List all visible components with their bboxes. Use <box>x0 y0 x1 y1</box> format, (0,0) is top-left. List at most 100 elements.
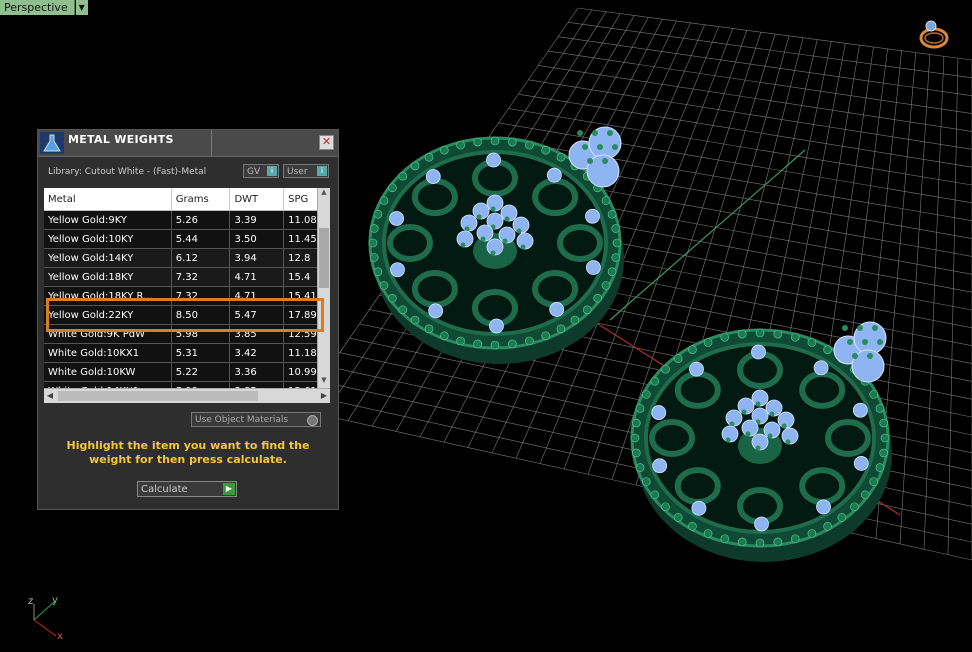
earring-left-bead <box>379 196 389 205</box>
earring-right-top-prong <box>872 325 878 331</box>
earring-right-stone <box>852 402 868 418</box>
grid-line <box>923 56 945 550</box>
metal-cell: White Gold:10KW <box>44 362 172 382</box>
earring-left-bead <box>379 281 389 290</box>
earring-left-top-prong <box>607 130 613 136</box>
table-row[interactable]: Yellow Gold:9KY 5.26 3.39 11.08 <box>44 210 330 230</box>
column-header-metal[interactable]: Metal <box>44 188 172 211</box>
grams-cell: 5.31 <box>171 343 231 363</box>
earring-right-bead <box>823 522 832 531</box>
table-row[interactable]: Yellow Gold:14KY 6.12 3.94 12.8 <box>44 248 330 268</box>
vertical-scrollbar[interactable]: ▲ ▼ <box>317 188 330 388</box>
grams-cell: 5.26 <box>171 210 231 230</box>
earring-left-bead <box>490 340 500 350</box>
earring-left-stone <box>549 302 565 317</box>
earring-right-bead <box>790 534 800 544</box>
metal-table[interactable]: Metal Grams DWT SPG Yellow Gold:9KY 5.26 3… <box>44 188 330 403</box>
earring-left-top-prong <box>577 130 583 136</box>
earring-right-stone <box>751 344 766 360</box>
calculate-label: Calculate <box>141 484 188 495</box>
axis-y-label: y <box>52 595 58 606</box>
earring-right-bead <box>790 332 800 342</box>
table-row[interactable]: Yellow Gold:22KY 8.50 5.47 17.89 <box>44 305 330 325</box>
calculate-button[interactable]: Calculate ▶ <box>137 481 237 497</box>
info-icon[interactable]: i <box>317 166 327 176</box>
earring-right-bead <box>650 376 660 386</box>
earring-left-bead <box>611 224 621 233</box>
earring-right-bead <box>837 513 847 522</box>
earring-right-bead <box>635 404 645 413</box>
dwt-cell: 3.85 <box>229 324 285 344</box>
earring-left-stone <box>489 318 504 334</box>
earring-right-bead <box>703 529 713 538</box>
earring-right-bead <box>673 513 683 522</box>
grams-cell: 5.98 <box>171 324 231 344</box>
dwt-cell: 5.47 <box>229 305 285 325</box>
use-object-materials-label: Use Object Materials <box>195 415 289 425</box>
metal-cell: Yellow Gold:18KY R... <box>44 286 172 306</box>
viewport-tab-label[interactable]: Perspective <box>0 0 75 15</box>
table-row[interactable]: White Gold:9K PdW 5.98 3.85 12.59 <box>44 324 330 344</box>
earring-left-bead <box>440 145 449 155</box>
grams-cell: 6.12 <box>171 248 231 268</box>
horizontal-scrollbar[interactable]: ◀ ▶ <box>44 388 330 403</box>
scroll-up-icon[interactable]: ▲ <box>318 188 330 200</box>
viewport-tab[interactable]: Perspective ▼ <box>0 0 88 15</box>
earring-right-bead <box>650 490 660 500</box>
scroll-thumb[interactable] <box>319 228 329 288</box>
gv-select[interactable]: GV i <box>243 164 279 178</box>
user-select-label: User <box>287 167 308 177</box>
metal-cell: Yellow Gold:14KY <box>44 248 172 268</box>
earring-right-top-prong <box>877 339 883 345</box>
earring-left-bead <box>525 336 534 346</box>
triangle-down-icon[interactable]: ▼ <box>75 0 88 15</box>
table-row[interactable]: White Gold:10KW 5.22 3.36 10.99 <box>44 362 330 382</box>
use-object-materials-toggle[interactable]: Use Object Materials <box>191 412 321 427</box>
info-icon[interactable]: i <box>267 166 277 176</box>
earring-left-bead <box>473 339 482 349</box>
earring-right-bead <box>850 502 859 512</box>
earring-right-bead <box>703 338 713 347</box>
earring-right-prong <box>781 423 787 429</box>
earring-right-bead <box>737 537 747 547</box>
earring-right-bead <box>631 448 641 458</box>
earring-right-top-prong <box>842 325 848 331</box>
column-header-grams[interactable]: Grams <box>171 188 231 211</box>
earring-right-prong <box>755 401 761 407</box>
earring-right-bead <box>755 328 765 338</box>
scroll-right-icon[interactable]: ▶ <box>318 389 330 403</box>
earring-left-bead <box>490 136 500 146</box>
grid-line <box>947 58 959 555</box>
panel-header[interactable]: METAL WEIGHTS ✕ <box>38 130 338 157</box>
earring-left-bead <box>388 183 397 193</box>
earring-right-prong <box>785 439 791 445</box>
earring-left-bead <box>593 293 602 303</box>
metal-cell: Yellow Gold:22KY <box>44 305 172 325</box>
instruction-text: Highlight the item you want to find the … <box>66 439 310 466</box>
user-select[interactable]: User i <box>283 164 329 178</box>
column-header-dwt[interactable]: DWT <box>229 188 285 211</box>
earring-left-bead <box>508 137 517 147</box>
earring-left-stone <box>390 262 405 278</box>
table-row[interactable]: Yellow Gold:18KY R... 7.32 4.71 15.41 <box>44 286 330 306</box>
axis-x-label: x <box>57 631 63 642</box>
earring-left-prong <box>490 250 496 256</box>
play-icon[interactable]: ▶ <box>223 483 235 495</box>
radio-icon[interactable] <box>307 415 318 426</box>
earring-left-bead <box>508 339 517 349</box>
table-row[interactable]: Yellow Gold:10KY 5.44 3.50 11.45 <box>44 229 330 249</box>
earring-right-bead <box>661 502 670 512</box>
earring-right-top-prong <box>852 353 858 359</box>
scroll-left-icon[interactable]: ◀ <box>44 389 56 403</box>
table-row[interactable]: Yellow Gold:18KY 7.32 4.71 15.4 <box>44 267 330 287</box>
earring-left-bead <box>570 315 580 325</box>
table-row[interactable]: White Gold:10KX1 5.31 3.42 11.18 <box>44 343 330 363</box>
close-icon[interactable]: ✕ <box>319 135 334 150</box>
scroll-down-icon[interactable]: ▼ <box>318 376 330 388</box>
scroll-thumb-horizontal[interactable] <box>58 391 258 401</box>
earring-right-bead <box>880 433 890 443</box>
earring-left-bead <box>373 209 383 219</box>
earring-right-bead <box>875 404 885 413</box>
axis-indicator: z y x <box>24 592 74 642</box>
dwt-cell: 3.36 <box>229 362 285 382</box>
